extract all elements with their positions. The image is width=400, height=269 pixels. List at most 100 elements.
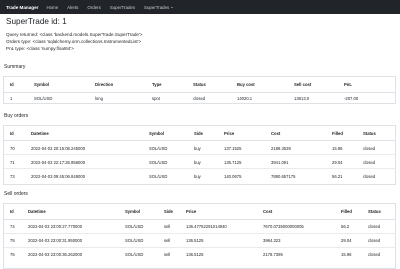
cell-filled: 56.2	[341, 224, 350, 229]
cell-status: closed	[368, 238, 381, 243]
cell-symbol: SOL/USD	[125, 252, 144, 257]
buy-orders-table: Id Datetime Symbol Side Price Cost Fille…	[3, 125, 396, 185]
info-pnl-type: PnL type: <class 'numpy.float64'>	[6, 46, 74, 51]
info-orders-type: Orders type: <class 'sqlalchemy.orm.coll…	[6, 39, 142, 44]
cell-cost: 2188.3539	[271, 146, 291, 151]
cell-status: closed	[368, 252, 381, 257]
cell-id: 75	[10, 238, 15, 243]
summary-heading: Summary	[4, 64, 26, 70]
navbar: Trade Manager Home Alerts Orders SuperTr…	[0, 0, 400, 14]
column-header: Cost	[263, 209, 273, 214]
column-header: Price	[224, 131, 235, 136]
cell-id: 76	[10, 252, 15, 257]
sell-orders-table: Id Datetime Symbol Side Price Cost Fille…	[3, 203, 396, 269]
nav-orders[interactable]: Orders	[87, 5, 100, 10]
cell-price: 140.0675	[224, 174, 242, 179]
column-header: Status	[368, 209, 381, 214]
cell-side: buy	[194, 174, 201, 179]
cell-status: closed	[363, 146, 376, 151]
navbar-brand[interactable]: Trade Manager	[6, 5, 38, 10]
cell-status: closed	[368, 224, 381, 229]
buy-orders-heading: Buy orders	[4, 113, 29, 119]
cell-side: buy	[194, 146, 201, 151]
cell-pnl: -207.00	[344, 96, 359, 101]
cell-id: 73	[10, 174, 15, 179]
cell-price: 136.47752291014940	[186, 224, 227, 229]
table-row: 70 2022-04-02 20:15:08.245000 SOL/USD bu…	[4, 140, 395, 154]
column-header: Status	[363, 131, 376, 136]
column-header: Filled	[332, 131, 343, 136]
cell-side: buy	[194, 160, 201, 165]
cell-id: 71	[10, 160, 15, 165]
table-header: Id Datetime Symbol Side Price Cost Fille…	[4, 204, 395, 220]
column-header: Id	[10, 209, 14, 214]
cell-status: closed	[193, 96, 206, 101]
sell-orders-heading: Sell orders	[4, 191, 28, 197]
cell-id: 1	[10, 96, 13, 101]
table-row: 74 2022-04-03 23:00:27.770000 SOL/USD se…	[4, 219, 395, 233]
cell-price: 136.5125	[186, 252, 204, 257]
column-header: Side	[164, 209, 173, 214]
column-header: Status	[193, 82, 206, 87]
cell-symbol: SOL/USD	[125, 224, 144, 229]
cell-id: 74	[10, 224, 15, 229]
caret-down-icon	[171, 6, 174, 8]
column-header: Id	[10, 131, 14, 136]
column-header: PnL	[344, 82, 352, 87]
cell-price: 136.5125	[186, 238, 204, 243]
cell-symbol: SOL/USD	[34, 96, 53, 101]
nav-home[interactable]: Home	[46, 5, 58, 10]
column-header: Id	[10, 82, 14, 87]
nav-supertrades-dropdown-label: SuperTrades	[144, 4, 170, 10]
column-header: Filled	[341, 209, 352, 214]
cell-symbol: SOL/USD	[149, 174, 168, 179]
cell-price: 135.7125	[224, 160, 242, 165]
column-header: Side	[194, 131, 203, 136]
page-title: SuperTrade id: 1	[6, 17, 67, 26]
cell-buy-cost: 14020.1	[237, 96, 253, 101]
table-header: Id Datetime Symbol Side Price Cost Fille…	[4, 126, 395, 141]
column-header: Sell cost	[294, 82, 312, 87]
table-row: 71 2022-04-02 22:17:26.956000 SOL/USD bu…	[4, 154, 395, 169]
column-header: Direction	[95, 82, 114, 87]
cell-datetime: 2022-04-03 23:00:31.950000	[28, 238, 83, 243]
cell-side: sell	[164, 224, 171, 229]
table-header: Id Symbol Direction Type Status Buy cost…	[4, 77, 395, 93]
cell-side: sell	[164, 238, 171, 243]
cell-cost: 2178.7395	[263, 252, 283, 257]
column-header: Price	[186, 209, 197, 214]
column-header: Cost	[271, 131, 281, 136]
info-query: Query returned: <class 'backend.models.S…	[6, 32, 143, 37]
cell-datetime: 2022-04-03 23:00:36.262000	[28, 252, 83, 257]
table-row: 1 SOL/USD long spot closed 14020.1 13813…	[4, 92, 395, 103]
cell-cost: 3964.323	[263, 238, 281, 243]
cell-price: 137.1525	[224, 146, 242, 151]
cell-cost: 3941.091	[271, 160, 289, 165]
nav-supertrades-dropdown[interactable]: SuperTrades	[144, 4, 174, 10]
cell-datetime: 2022-04-03 09:45:06.849000	[31, 174, 86, 179]
summary-table: Id Symbol Direction Type Status Buy cost…	[3, 76, 396, 104]
cell-filled: 29.04	[332, 160, 343, 165]
column-header: Buy cost	[237, 82, 255, 87]
table-row: 75 2022-04-03 23:00:31.950000 SOL/USD se…	[4, 233, 395, 248]
nav-supertrades[interactable]: SuperTrades	[110, 5, 135, 10]
cell-datetime: 2022-04-02 20:15:08.245000	[31, 146, 86, 151]
cell-sell-cost: 13813.0	[294, 96, 310, 101]
column-header: Symbol	[34, 82, 50, 87]
cell-datetime: 2022-04-02 22:17:26.956000	[31, 160, 86, 165]
cell-filled: 15.96	[332, 146, 343, 151]
table-row: 73 2022-04-03 09:45:06.849000 SOL/USD bu…	[4, 168, 395, 185]
cell-filled: 29.04	[341, 238, 352, 243]
cell-symbol: SOL/USD	[149, 146, 168, 151]
cell-type: spot	[152, 96, 160, 101]
nav-alerts[interactable]: Alerts	[67, 5, 78, 10]
column-header: Datetime	[31, 131, 49, 136]
cell-symbol: SOL/USD	[125, 238, 144, 243]
cell-cost: 7670.0735000000005	[263, 224, 304, 229]
cell-direction: long	[95, 96, 103, 101]
cell-datetime: 2022-04-03 23:00:27.770000	[28, 224, 83, 229]
cell-filled: 56.21	[332, 174, 343, 179]
cell-status: closed	[363, 174, 376, 179]
cell-symbol: SOL/USD	[149, 160, 168, 165]
table-row: 76 2022-04-03 23:00:36.262000 SOL/USD se…	[4, 247, 395, 269]
